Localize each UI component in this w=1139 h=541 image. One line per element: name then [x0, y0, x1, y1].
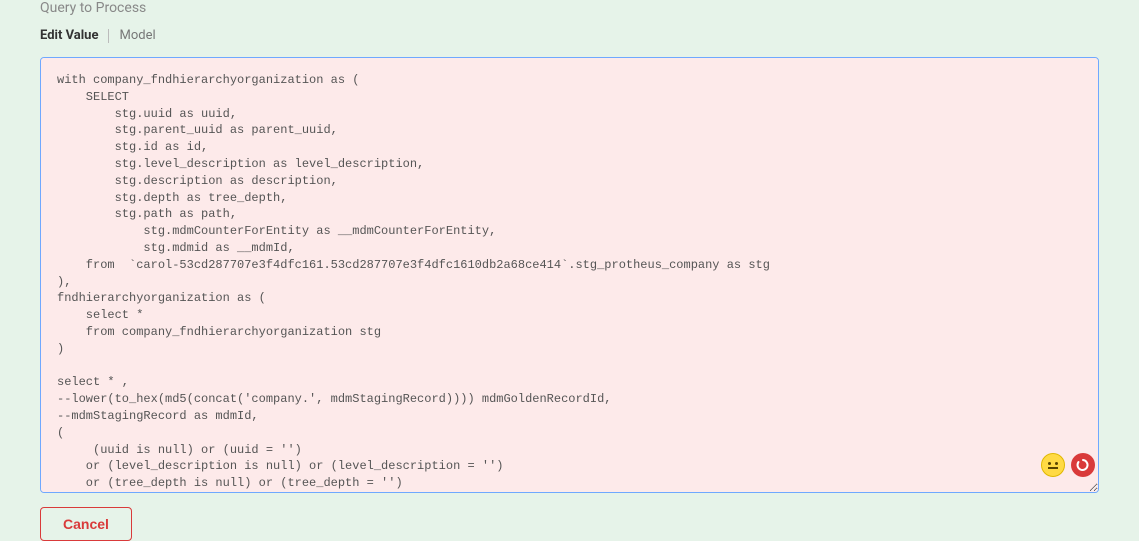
page-title: Query to Process [40, 0, 1099, 16]
button-row: Cancel [40, 507, 1099, 541]
tab-divider [108, 29, 109, 43]
query-editor[interactable]: with company_fndhierarchyorganization as… [40, 57, 1099, 493]
feedback-widgets [1041, 453, 1095, 477]
record-icon[interactable] [1071, 453, 1095, 477]
neutral-face-icon[interactable] [1041, 453, 1065, 477]
tab-edit-value[interactable]: Edit Value [40, 24, 98, 47]
tabs-row: Edit Value Model [40, 24, 1099, 47]
cancel-button[interactable]: Cancel [40, 507, 132, 541]
tab-model[interactable]: Model [119, 24, 155, 47]
editor-content[interactable]: with company_fndhierarchyorganization as… [57, 72, 1082, 493]
